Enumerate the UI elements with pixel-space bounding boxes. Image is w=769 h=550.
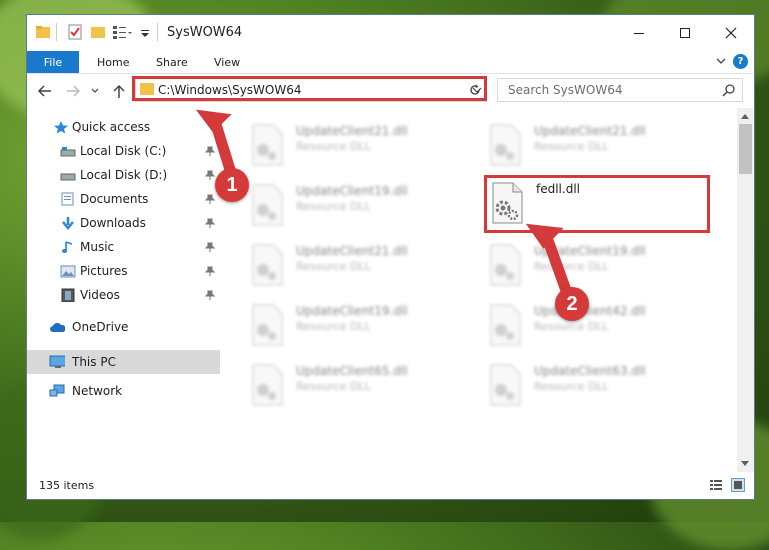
annotation-arrows — [195, 109, 574, 302]
arrow-1-head — [195, 109, 232, 133]
step-marker-2: 2 — [555, 287, 589, 321]
step-marker-1: 1 — [215, 168, 249, 202]
